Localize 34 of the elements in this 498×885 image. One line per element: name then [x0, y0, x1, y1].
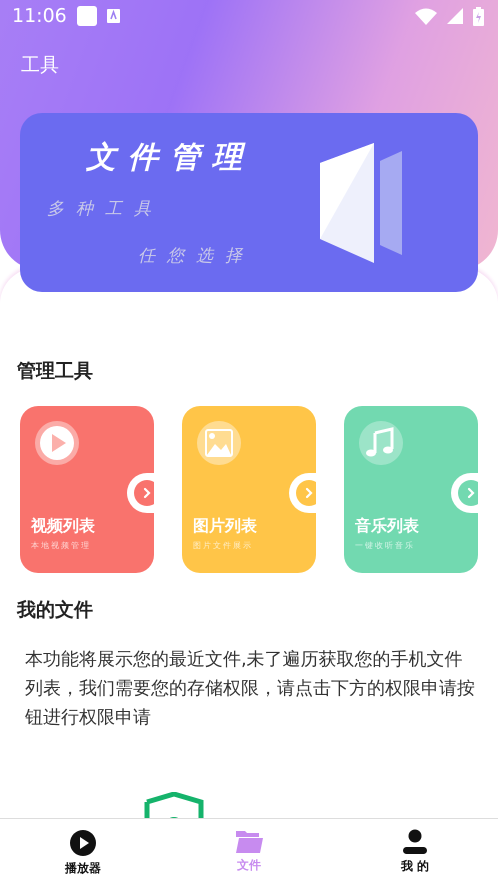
card-subtitle: 本地视频管理 — [31, 540, 91, 551]
play-icon — [69, 829, 97, 857]
nav-tab[interactable]: 播放器 — [0, 819, 166, 885]
card-title: 视频列表 — [31, 516, 95, 537]
nav-tab[interactable]: 我 的 — [332, 819, 498, 885]
folder-icon — [235, 829, 263, 854]
card-title: 音乐列表 — [355, 516, 419, 537]
battery-icon — [473, 6, 484, 26]
chevron-right-icon[interactable] — [296, 480, 316, 506]
page-title: 工具 — [21, 53, 59, 78]
card-subtitle: 一键收听音乐 — [355, 540, 415, 551]
banner-text: 多种工具 — [47, 198, 163, 220]
permission-notice: 本功能将展示您的最近文件,未了遍历获取您的手机文件列表，我们需要您的存储权限，请点击下方的权限申请按钮进行权限申请 — [25, 648, 476, 730]
chevron-right-icon[interactable] — [458, 480, 478, 506]
play-icon — [34, 420, 80, 466]
status-time: 11:06 — [12, 5, 67, 27]
section-title: 我的文件 — [17, 598, 93, 623]
card-title: 图片列表 — [193, 516, 257, 537]
chevron-right-icon[interactable] — [134, 480, 154, 506]
card-subtitle: 图片文件展示 — [193, 540, 253, 551]
banner-text: 任您选择 — [138, 245, 254, 267]
person-icon — [401, 829, 429, 855]
keyboard-icon — [106, 9, 120, 23]
banner-title: 文件管理 — [86, 139, 254, 177]
notification-icon — [76, 6, 97, 26]
signal-icon — [447, 8, 463, 24]
image-icon — [196, 420, 242, 466]
section-title: 管理工具 — [17, 359, 93, 384]
nav-tab[interactable]: 文件 — [166, 819, 332, 885]
tool-card[interactable]: 视频列表 本地视频管理 — [20, 406, 154, 573]
music-note-icon — [358, 420, 404, 466]
tool-card[interactable]: 音乐列表 一键收听音乐 — [344, 406, 478, 573]
wifi-icon — [415, 8, 437, 24]
tool-card[interactable]: 图片列表 图片文件展示 — [182, 406, 316, 573]
